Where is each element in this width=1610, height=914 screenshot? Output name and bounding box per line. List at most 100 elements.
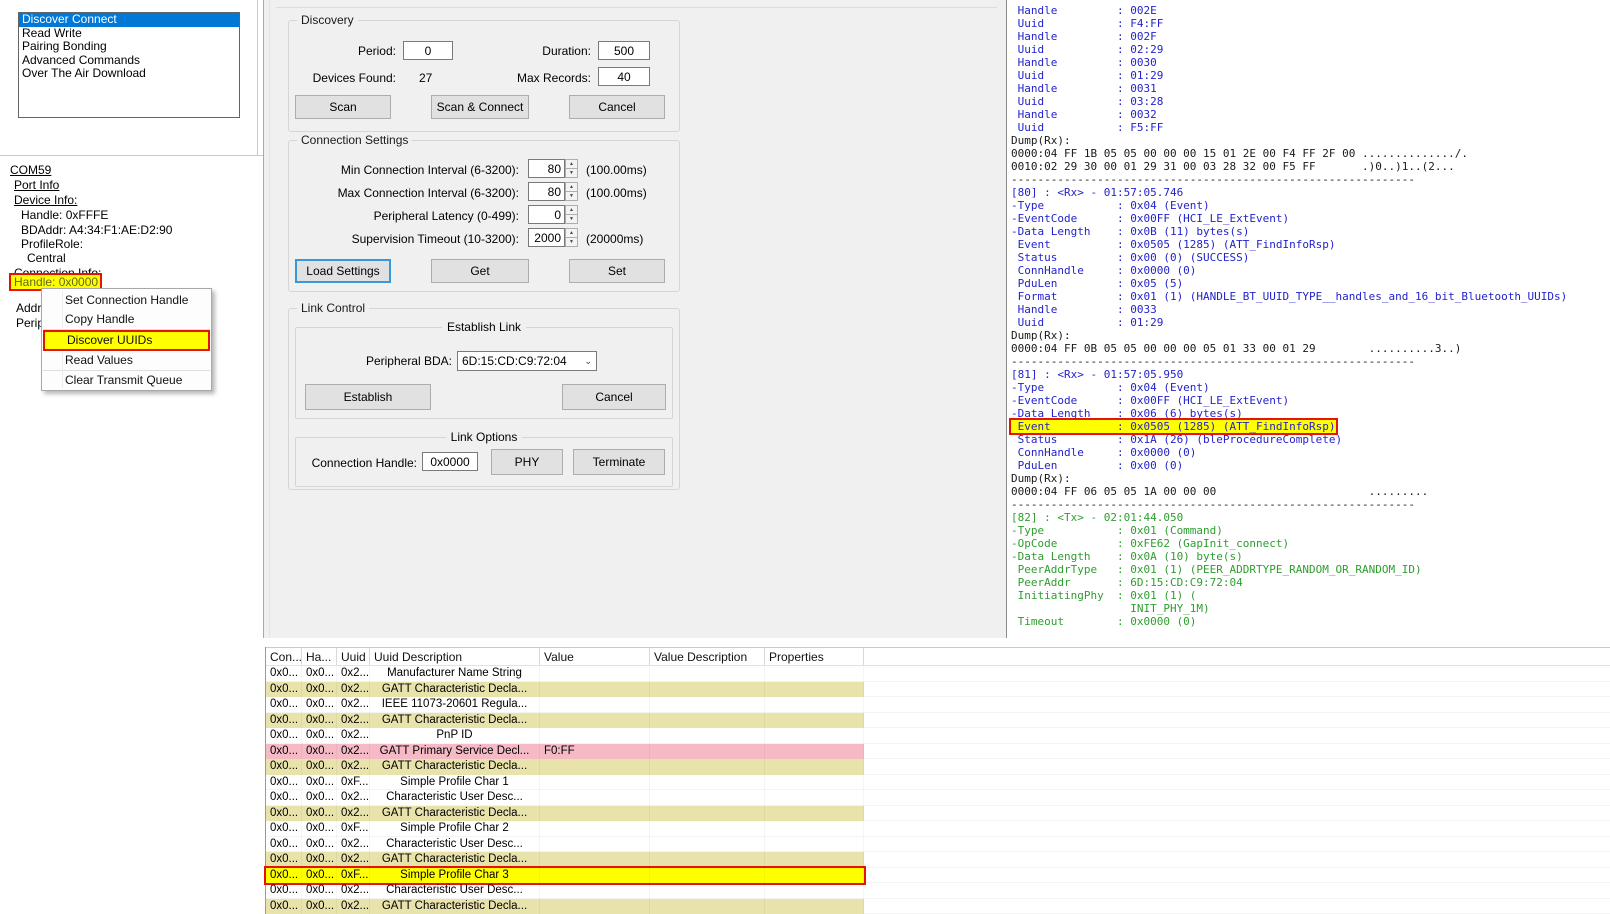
load-settings-button[interactable]: Load Settings (295, 259, 391, 283)
table-row-selected[interactable]: 0x0...0x0...0xF...Simple Profile Char 3 (266, 868, 1610, 884)
supervision-timeout-spinner[interactable]: ▲▼ (565, 228, 578, 247)
table-cell: 0x2... (337, 666, 370, 682)
listbox-item-advanced-commands[interactable]: Advanced Commands (19, 54, 239, 68)
listbox-item-discover-connect[interactable]: Discover Connect (19, 13, 239, 27)
spin-down-icon[interactable]: ▼ (565, 168, 578, 178)
spin-up-icon[interactable]: ▲ (565, 182, 578, 191)
table-row[interactable]: 0x0...0x0...0x2...GATT Characteristic De… (266, 899, 1610, 914)
table-row[interactable]: 0x0...0x0...0x2...GATT Characteristic De… (266, 806, 1610, 822)
table-cell (650, 837, 765, 853)
chevron-down-icon[interactable]: ⌄ (584, 352, 592, 370)
table-row[interactable]: 0x0...0x0...0x2...GATT Characteristic De… (266, 852, 1610, 868)
peripheral-latency-spinner[interactable]: ▲▼ (565, 205, 578, 224)
tree-node-central[interactable]: Central (27, 251, 66, 265)
table-row[interactable]: 0x0...0x0...0x2...IEEE 11073-20601 Regul… (266, 697, 1610, 713)
table-row[interactable]: 0x0...0x0...0x2...PnP ID (266, 728, 1610, 744)
table-row[interactable]: 0x0...0x0...0x2...GATT Characteristic De… (266, 759, 1610, 775)
spin-down-icon[interactable]: ▼ (565, 237, 578, 247)
table-cell (540, 759, 650, 775)
column-header-ha[interactable]: Ha... (302, 648, 337, 665)
peripheral-latency-input[interactable] (528, 205, 565, 224)
log-line: Timeout : 0x0000 (0) (1011, 615, 1610, 628)
set-button[interactable]: Set (569, 259, 665, 283)
spin-up-icon[interactable]: ▲ (565, 205, 578, 214)
table-row[interactable]: 0x0...0x0...0x2...GATT Characteristic De… (266, 713, 1610, 729)
max-conn-interval-spinner[interactable]: ▲▼ (565, 182, 578, 201)
tree-node-handle[interactable]: Handle: 0xFFFE (21, 208, 108, 222)
max-conn-interval-label: Max Connection Interval (6-3200): (289, 186, 519, 200)
column-header-properties[interactable]: Properties (765, 648, 864, 665)
discovery-cancel-button[interactable]: Cancel (569, 95, 665, 119)
peripheral-bda-combobox[interactable]: 6D:15:CD:C9:72:04 ⌄ (457, 351, 597, 371)
scan-connect-button[interactable]: Scan & Connect (431, 95, 529, 119)
table-row[interactable]: 0x0...0x0...0xF...Simple Profile Char 1 (266, 775, 1610, 791)
column-header-con[interactable]: Con... (266, 648, 302, 665)
listbox-item-read-write[interactable]: Read Write (19, 27, 239, 41)
log-line: Status : 0x00 (0) (SUCCESS) (1011, 251, 1610, 264)
table-row[interactable]: 0x0...0x0...0xF...Simple Profile Char 2 (266, 821, 1610, 837)
tree-node-device-info[interactable]: Device Info: (14, 193, 77, 207)
column-header-value-description[interactable]: Value Description (650, 648, 765, 665)
table-cell: 0x0... (266, 806, 302, 822)
table-row[interactable]: 0x0...0x0...0x2...Characteristic User De… (266, 837, 1610, 853)
duration-input[interactable] (598, 41, 650, 60)
column-header-value[interactable]: Value (540, 648, 650, 665)
table-row[interactable]: 0x0...0x0...0x2...GATT Characteristic De… (266, 682, 1610, 698)
tree-node-port-info[interactable]: Port Info (14, 178, 59, 192)
phy-button[interactable]: PHY (491, 449, 563, 475)
column-header-uuid-description[interactable]: Uuid Description (370, 648, 540, 665)
column-header-uuid[interactable]: Uuid (337, 648, 370, 665)
tree-node-com59[interactable]: COM59 (10, 163, 51, 177)
log-line: -Type : 0x01 (Command) (1011, 524, 1610, 537)
tree-node-bdaddr[interactable]: BDAddr: A4:34:F1:AE:D2:90 (21, 223, 172, 237)
spin-up-icon[interactable]: ▲ (565, 228, 578, 237)
table-row-cells: 0x0...0x0...0x2...IEEE 11073-20601 Regul… (266, 697, 864, 713)
table-row[interactable]: 0x0...0x0...0x2...Manufacturer Name Stri… (266, 666, 1610, 682)
min-conn-interval-spinner[interactable]: ▲▼ (565, 159, 578, 178)
table-row[interactable]: 0x0...0x0...0x2...Characteristic User De… (266, 883, 1610, 899)
establish-button[interactable]: Establish (305, 384, 431, 410)
table-cell: 0x2... (337, 790, 370, 806)
spin-down-icon[interactable]: ▼ (565, 214, 578, 224)
table-cell: 0x2... (337, 899, 370, 914)
tree-node-profile-role[interactable]: ProfileRole: (21, 237, 83, 251)
menu-item-set-connection-handle[interactable]: Set Connection Handle (42, 291, 211, 310)
table-cell (765, 713, 864, 729)
table-cell (540, 899, 650, 914)
listbox-item-pairing-bonding[interactable]: Pairing Bonding (19, 40, 239, 54)
menu-item-read-values[interactable]: Read Values (42, 351, 211, 370)
category-listbox[interactable]: Discover Connect Read Write Pairing Bond… (18, 12, 240, 118)
table-row[interactable]: 0x0...0x0...0x2...GATT Primary Service D… (266, 744, 1610, 760)
table-cell: 0x0... (266, 744, 302, 760)
table-cell (765, 666, 864, 682)
table-cell: 0x0... (302, 682, 337, 698)
max-records-input[interactable] (598, 67, 650, 86)
min-conn-interval-input[interactable] (528, 159, 565, 178)
log-line: [80] : <Rx> - 01:57:05.746 (1011, 186, 1610, 199)
table-row-cells: 0x0...0x0...0x2...GATT Characteristic De… (266, 759, 864, 775)
table-cell: 0x0... (266, 837, 302, 853)
table-cell: Characteristic User Desc... (370, 790, 540, 806)
get-button[interactable]: Get (431, 259, 529, 283)
menu-item-discover-uuids-highlighted[interactable]: Discover UUIDs (43, 330, 210, 351)
left-splitter[interactable] (263, 0, 270, 638)
spin-down-icon[interactable]: ▼ (565, 191, 578, 201)
link-cancel-button[interactable]: Cancel (562, 384, 666, 410)
supervision-timeout-input[interactable] (528, 228, 565, 247)
table-cell: 0x0... (266, 775, 302, 791)
period-input[interactable] (403, 41, 453, 60)
table-cell: 0x0... (302, 728, 337, 744)
connection-handle-input[interactable] (422, 452, 478, 471)
log-line: Handle : 0032 (1011, 108, 1610, 121)
scan-button[interactable]: Scan (295, 95, 391, 119)
log-line: 0010:02 29 30 00 01 29 31 00 03 28 32 00… (1011, 160, 1610, 173)
menu-item-clear-transmit-queue[interactable]: Clear Transmit Queue (42, 371, 211, 390)
table-row[interactable]: 0x0...0x0...0x2...Characteristic User De… (266, 790, 1610, 806)
menu-item-copy-handle[interactable]: Copy Handle (42, 310, 211, 329)
listbox-item-ota-download[interactable]: Over The Air Download (19, 67, 239, 81)
table-cell (650, 682, 765, 698)
max-conn-interval-input[interactable] (528, 182, 565, 201)
hci-log-panel[interactable]: Handle : 002E Uuid : F4:FF Handle : 002F… (1007, 0, 1610, 638)
terminate-button[interactable]: Terminate (573, 449, 665, 475)
spin-up-icon[interactable]: ▲ (565, 159, 578, 168)
